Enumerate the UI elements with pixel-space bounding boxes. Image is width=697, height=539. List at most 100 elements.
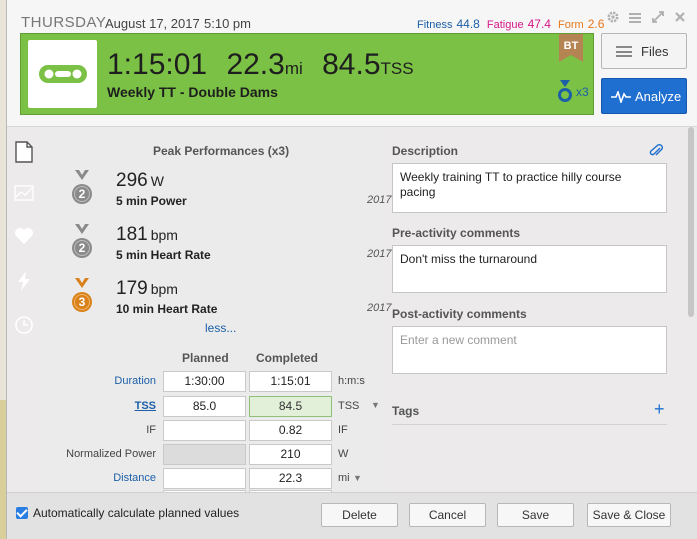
- tss-label[interactable]: TSS: [43, 400, 156, 412]
- peak-label: 10 min Heart Rate: [116, 302, 218, 316]
- description-title: Description: [392, 144, 459, 158]
- peak-rank: 2: [78, 241, 86, 255]
- peak-label: 5 min Power: [116, 194, 187, 208]
- right-panel: Description Weekly training TT to practi…: [387, 127, 694, 492]
- peak-unit: bpm: [150, 227, 178, 243]
- fitness-value: 44.8: [456, 17, 480, 31]
- delete-button[interactable]: Delete: [321, 503, 398, 527]
- window-controls: [605, 10, 691, 27]
- duration-label[interactable]: Duration: [43, 375, 156, 387]
- if-planned-input[interactable]: [163, 420, 246, 441]
- summary-distance: 22.3: [226, 48, 285, 81]
- peak-value: 179 bpm: [116, 278, 178, 300]
- peak-unit: bpm: [150, 281, 178, 297]
- files-button-label: Files: [641, 44, 669, 59]
- workout-modal: THURSDAY August 17, 2017 5:10 pm Fitness…: [6, 0, 697, 539]
- post-activity-textarea[interactable]: Enter a new comment: [392, 326, 667, 374]
- fatigue-label: Fatigue: [486, 19, 524, 31]
- workout-header: THURSDAY August 17, 2017 5:10 pm Fitness…: [7, 0, 697, 127]
- peak-label: 5 min Heart Rate: [116, 248, 211, 262]
- fitness-label: Fitness: [417, 19, 453, 31]
- if-completed-input[interactable]: 0.82: [249, 420, 332, 441]
- planned-header: Planned: [182, 351, 229, 365]
- if-label: IF: [146, 424, 156, 436]
- peak-unit: W: [150, 173, 164, 189]
- files-button[interactable]: Files: [601, 33, 687, 69]
- analyze-button-label: Analyze: [635, 89, 682, 104]
- heart-icon[interactable]: [12, 227, 36, 251]
- workout-time[interactable]: 5:10 pm: [204, 16, 251, 31]
- expand-icon[interactable]: [650, 10, 666, 26]
- distance-planned-input[interactable]: [163, 468, 246, 489]
- bike-icon: [39, 65, 87, 83]
- menu-icon[interactable]: [627, 11, 643, 27]
- modal-footer: Automatically calculate planned values D…: [7, 492, 697, 539]
- if-unit: IF: [338, 424, 348, 436]
- summary-stats: 1:15:01 22.3mi 84.5TSS: [107, 48, 430, 82]
- lightning-icon[interactable]: [12, 271, 36, 295]
- tss-unit-dropdown-icon[interactable]: ▼: [371, 400, 380, 410]
- distance-unit-dropdown-icon[interactable]: ▼: [353, 473, 362, 483]
- files-icon: [616, 46, 632, 57]
- medal-summary[interactable]: x3: [556, 80, 589, 107]
- normalized-power-planned: [163, 444, 246, 465]
- analyze-button[interactable]: Analyze: [601, 78, 687, 114]
- tss-completed-input[interactable]: 84.5: [249, 396, 332, 417]
- pre-activity-textarea[interactable]: Don't miss the turnaround: [392, 245, 667, 293]
- peak-rank: 2: [78, 187, 86, 201]
- tss-planned-input[interactable]: 85.0: [163, 396, 246, 417]
- bt-badge-label: BT: [563, 40, 579, 52]
- sport-type[interactable]: [28, 40, 97, 108]
- peak-number: 181: [116, 224, 148, 245]
- duration-planned-input[interactable]: 1:30:00: [163, 371, 246, 392]
- silver-medal-icon: 2: [71, 224, 99, 266]
- add-tag-icon[interactable]: +: [654, 399, 665, 420]
- pre-activity-title: Pre-activity comments: [392, 226, 521, 240]
- distance-label[interactable]: Distance: [43, 472, 156, 484]
- distance-completed-input[interactable]: 22.3: [249, 468, 332, 489]
- cancel-button[interactable]: Cancel: [409, 503, 486, 527]
- tss-unit: TSS: [338, 400, 360, 412]
- post-activity-title: Post-activity comments: [392, 307, 527, 321]
- summary-distance-unit: mi: [284, 59, 303, 78]
- panel-sidebar: [7, 127, 43, 492]
- workout-title[interactable]: Weekly TT - Double Dams: [107, 84, 278, 100]
- workout-date[interactable]: August 17, 2017: [105, 16, 200, 31]
- auto-calc-label[interactable]: Automatically calculate planned values: [33, 506, 239, 520]
- normalized-power-completed-input[interactable]: 210: [249, 444, 332, 465]
- description-textarea[interactable]: Weekly training TT to practice hilly cou…: [392, 163, 667, 213]
- document-icon[interactable]: [12, 141, 36, 165]
- chart-icon[interactable]: [12, 183, 36, 207]
- peak-item: 2 181 bpm 5 min Heart Rate 2017: [71, 224, 391, 270]
- gear-icon[interactable]: [605, 10, 621, 26]
- medal-count: x3: [576, 85, 589, 99]
- summary-duration: 1:15:01: [107, 48, 208, 81]
- peak-number: 179: [116, 278, 148, 299]
- auto-calc-checkbox[interactable]: [16, 507, 28, 519]
- duration-completed-input[interactable]: 1:15:01: [249, 371, 332, 392]
- medal-icon: [558, 80, 572, 102]
- summary-tss: 84.5: [322, 48, 381, 81]
- clock-icon[interactable]: [12, 315, 36, 339]
- peak-item: 2 296 W 5 min Power 2017: [71, 170, 391, 216]
- form-label: Form: [558, 19, 584, 31]
- paperclip-icon[interactable]: [649, 143, 663, 159]
- peak-value: 296 W: [116, 170, 164, 192]
- normalized-power-label: Normalized Power: [66, 448, 156, 460]
- peak-performances-title: Peak Performances (x3): [153, 144, 290, 158]
- close-icon[interactable]: [672, 10, 688, 26]
- panel-scrollbar[interactable]: [688, 127, 694, 317]
- completed-header: Completed: [256, 351, 319, 365]
- silver-medal-icon: 2: [71, 170, 99, 212]
- save-close-button[interactable]: Save & Close: [587, 503, 671, 527]
- fatigue-value: 47.4: [527, 17, 551, 31]
- save-button[interactable]: Save: [497, 503, 574, 527]
- distance-unit: mi: [338, 472, 350, 484]
- peak-rank: 3: [78, 295, 86, 309]
- peak-value: 181 bpm: [116, 224, 178, 246]
- pulse-icon: [611, 91, 631, 103]
- tags-title: Tags: [392, 404, 420, 418]
- bt-badge: BT: [557, 34, 585, 62]
- normalized-power-unit: W: [338, 448, 349, 460]
- less-link[interactable]: less...: [205, 321, 236, 335]
